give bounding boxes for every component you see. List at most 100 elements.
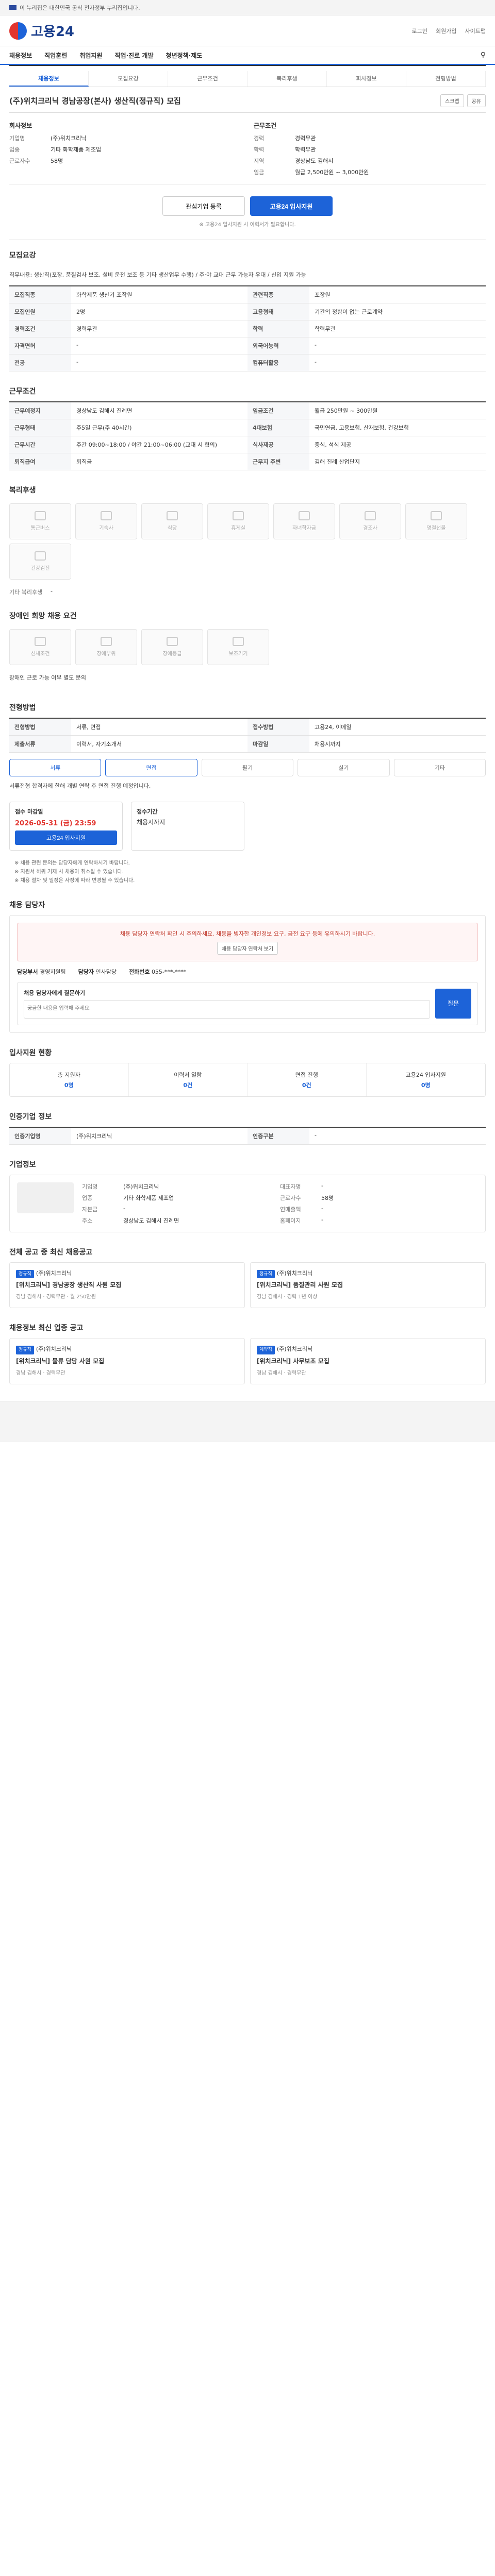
kv-value: 기타 화학제품 제조업 <box>51 146 102 153</box>
deadline-label: 접수 마감일 <box>15 808 43 816</box>
manager-title: 채용 담당자 <box>9 901 45 910</box>
cell-value: 중식, 석식 제공 <box>309 436 486 453</box>
job-card[interactable]: 계약직 (주)위치크리닉 [위치크리닉] 사무보조 모집 경남 김해시 · 경력무관 <box>250 1338 486 1384</box>
cell-key: 마감일 <box>248 736 309 753</box>
step-pill: 실기 <box>298 759 390 777</box>
support-title: 입사지원 현황 <box>9 1048 52 1057</box>
kv-value: 경력무관 <box>295 135 316 142</box>
login-link[interactable]: 로그인 <box>412 27 427 35</box>
kv-value[interactable]: - <box>321 1216 478 1225</box>
job-card[interactable]: 정규직 (주)위치크리닉 [위치크리닉] 물류 담당 사원 모집 경남 김해시 · 경… <box>9 1338 245 1384</box>
step-pill: 기타 <box>393 759 486 777</box>
stat-value: 0건 <box>183 1081 193 1089</box>
kv-key: 대표자명 <box>280 1183 301 1190</box>
support-section: 입사지원 현황 총 지원자 0명 이력서 열람 0건 면접 진행 0건 고용24 입사… <box>9 1037 486 1101</box>
nav-item-career[interactable]: 직업·진로 개발 <box>115 51 154 60</box>
kv-value: 경상남도 김해시 <box>295 158 334 164</box>
disabled-icons: 신체조건 장애부위 장애등급 보조기기 <box>9 626 486 668</box>
kv-key: 기업명 <box>9 135 25 142</box>
related-section: 전체 공고 중 최신 채용공고 정규직 (주)위치크리닉 [위치크리닉] 경남공장 … <box>9 1236 486 1313</box>
signup-link[interactable]: 회원가입 <box>436 27 456 35</box>
health-icon <box>35 551 46 561</box>
subtab-jobs[interactable]: 채용정보 <box>9 71 89 87</box>
stat-item: 총 지원자 0명 <box>10 1063 129 1096</box>
logo-mark-icon <box>9 22 27 40</box>
show-contact-button[interactable]: 채용 담당자 연락처 보기 <box>217 941 278 955</box>
company-box: 기업명 (주)위치크리닉 대표자명 - 업종 기타 화학제품 제조업 근로자수 58명 … <box>9 1174 486 1232</box>
nav-item-youth[interactable]: 청년정책·제도 <box>166 51 203 60</box>
disabled-label: 보조기기 <box>228 651 248 657</box>
deadline-box: 접수 마감일 2026-05-31 (금) 23:59 고용24 입사지원 <box>9 802 123 851</box>
disabled-label: 장애등급 <box>162 651 182 657</box>
job-card-title: [위치크리닉] 사무보조 모집 <box>257 1357 329 1365</box>
kv-value: - <box>123 1205 125 1212</box>
job-badge: 정규직 <box>16 1346 34 1354</box>
site-logo[interactable]: 고용24 <box>9 21 74 40</box>
welfare-label: 기숙사 <box>99 526 113 532</box>
subtab-welfare[interactable]: 복리후생 <box>248 71 327 87</box>
cell-value: - <box>309 1128 486 1145</box>
welfare-item: 통근버스 <box>9 503 71 539</box>
share-button[interactable]: 공유 <box>467 94 486 107</box>
cell-value: 서류, 면접 <box>71 719 248 736</box>
similar-cards: 정규직 (주)위치크리닉 [위치크리닉] 물류 담당 사원 모집 경남 김해시 · 경… <box>9 1338 486 1384</box>
company-summary-title: 회사정보 <box>9 122 32 129</box>
kv-key: 홈페이지 <box>280 1217 301 1224</box>
related-title: 전체 공고 중 최신 채용공고 <box>9 1248 93 1257</box>
nav-item-jobs[interactable]: 채용정보 <box>9 51 32 60</box>
site-header: 고용24 로그인 회원가입 사이트맵 <box>0 15 495 46</box>
disabled-section: 장애인 희망 채용 요건 신체조건 장애부위 장애등급 보조기기 장애인 근로 … <box>9 600 486 692</box>
nav-item-training[interactable]: 직업훈련 <box>44 51 67 60</box>
cell-key: 경력조건 <box>9 320 71 337</box>
welfare-section: 복리후생 통근버스 기숙사 식당 휴게실 자녀학자금 경조사 명절선물 건강검진… <box>9 474 486 600</box>
interest-company-button[interactable]: 관심기업 등록 <box>162 196 245 216</box>
apply-button-mini[interactable]: 고용24 입사지원 <box>15 831 117 845</box>
method-steps: 서류 면접 필기 실기 기타 <box>9 753 486 777</box>
info-value: 인사담당 <box>95 968 117 975</box>
disabled-item: 장애등급 <box>141 629 203 665</box>
subtab-conditions[interactable]: 근무조건 <box>168 71 248 87</box>
site-footer <box>0 1400 495 1442</box>
cell-key: 4대보험 <box>248 419 309 436</box>
gov-notice-text: 이 누리집은 대한민국 공식 전자정부 누리집입니다. <box>20 4 140 11</box>
job-meta: 경남 김해시 · 경력무관 <box>257 1370 306 1376</box>
info-key: 담당자 <box>78 968 94 975</box>
job-title: (주)위치크리닉 경남공장(본사) 생산직(정규직) 모집 <box>9 96 181 106</box>
subtab-company[interactable]: 회사정보 <box>327 71 406 87</box>
welfare-label: 자녀학자금 <box>292 526 316 532</box>
job-badge: 정규직 <box>16 1269 34 1279</box>
cell-key: 전공 <box>9 354 71 371</box>
subtab-recruit[interactable]: 모집요강 <box>89 71 168 87</box>
subtab-method[interactable]: 전형방법 <box>406 71 486 87</box>
nav-item-employment-support[interactable]: 취업지원 <box>79 51 102 60</box>
disabled-item: 신체조건 <box>9 629 71 665</box>
job-card[interactable]: 정규직 (주)위치크리닉 [위치크리닉] 경남공장 생산직 사원 모집 경남 김해시 … <box>9 1262 245 1309</box>
disabled-title: 장애인 희망 채용 요건 <box>9 612 77 620</box>
disabled-label: 신체조건 <box>30 651 50 657</box>
step-pill: 서류 <box>9 759 102 777</box>
welfare-item: 자녀학자금 <box>273 503 335 539</box>
step-pill: 필기 <box>201 759 294 777</box>
certified-section: 인증기업 정보 인증기업명 (주)위치크리닉 인증구분 - <box>9 1101 486 1149</box>
certified-title: 인증기업 정보 <box>9 1112 52 1121</box>
qa-input[interactable] <box>24 999 430 1019</box>
stat-item: 면접 진행 0건 <box>248 1063 367 1096</box>
kv-key: 주소 <box>82 1217 93 1224</box>
company-summary: 회사정보 기업명 (주)위치크리닉 업종 기타 화학제품 제조업 근로자수 58명 <box>9 121 241 176</box>
apply-button[interactable]: 고용24 입사지원 <box>250 196 333 216</box>
stat-label: 총 지원자 <box>57 1071 80 1078</box>
job-meta: 경남 김해시 · 경력무관 · 월 250만원 <box>16 1294 96 1300</box>
job-company: (주)위치크리닉 <box>276 1269 313 1277</box>
job-card[interactable]: 정규직 (주)위치크리닉 [위치크리닉] 품질관리 사원 모집 경남 김해시 · 경력… <box>250 1262 486 1309</box>
info-value: 경영지원팀 <box>39 968 66 975</box>
cell-value: - <box>71 354 248 371</box>
conditions-section: 근무조건 근무예정지 경상남도 김해시 진례면 임금조건 월급 250만원 ~ 300… <box>9 376 486 474</box>
search-icon[interactable]: ⚲ <box>481 51 486 59</box>
qa-submit-button[interactable]: 질문 <box>435 988 471 1019</box>
welfare-item: 건강검진 <box>9 543 71 580</box>
cell-value: 경상남도 김해시 진례면 <box>71 402 248 419</box>
kv-key: 학력 <box>254 146 265 153</box>
scrap-button[interactable]: 스크랩 <box>440 94 464 107</box>
cell-key: 근무예정지 <box>9 402 71 419</box>
sitemap-link[interactable]: 사이트맵 <box>465 27 486 35</box>
